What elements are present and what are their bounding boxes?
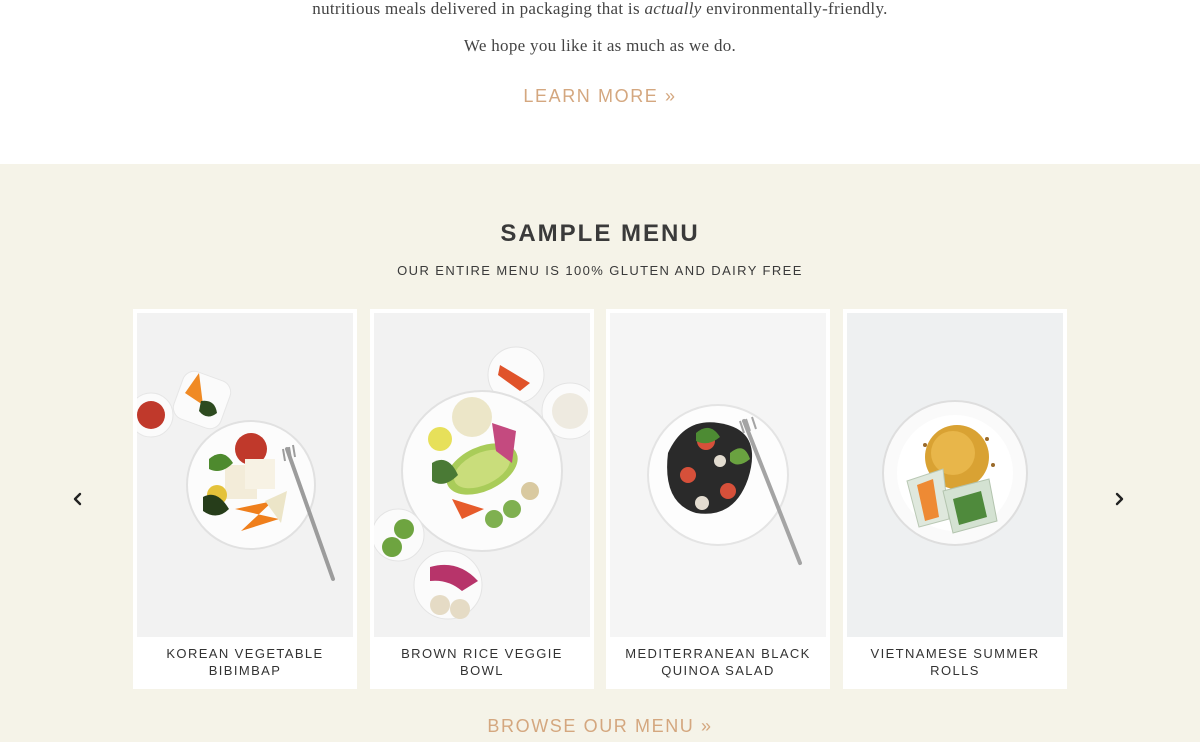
menu-title: SAMPLE MENU bbox=[500, 220, 700, 247]
menu-item-name-line: VIETNAMESE SUMMER bbox=[870, 646, 1040, 661]
intro-text-emphasis: actually bbox=[644, 0, 702, 18]
menu-item-name-line: BROWN RICE VEGGIE bbox=[401, 646, 563, 661]
menu-item-name: BROWN RICE VEGGIE BOWL bbox=[380, 645, 584, 679]
chevron-right-icon[interactable] bbox=[1110, 490, 1128, 508]
menu-item-name-line: BOWL bbox=[460, 663, 504, 678]
summer-rolls-photo bbox=[847, 313, 1063, 637]
chevron-left-icon[interactable] bbox=[69, 490, 87, 508]
browse-menu-link[interactable]: BROWSE OUR MENU » bbox=[0, 716, 1200, 737]
intro-text-line-2: We hope you like it as much as we do. bbox=[463, 36, 737, 55]
veggie-bowl-photo bbox=[374, 313, 590, 637]
bibimbap-photo bbox=[137, 313, 353, 637]
menu-item-name-line: BIBIMBAP bbox=[208, 663, 282, 678]
intro-text-part: nutritious meals delivered in packaging … bbox=[312, 0, 645, 18]
quinoa-salad-photo bbox=[610, 313, 826, 637]
learn-more-link[interactable]: LEARN MORE » bbox=[0, 86, 1200, 107]
menu-card[interactable]: MEDITERRANEAN BLACK QUINOA SALAD bbox=[606, 309, 830, 689]
intro-text-part: environmentally-friendly. bbox=[701, 0, 888, 18]
menu-subtitle: OUR ENTIRE MENU IS 100% GLUTEN AND DAIRY… bbox=[397, 263, 803, 278]
menu-card[interactable]: KOREAN VEGETABLE BIBIMBAP bbox=[133, 309, 357, 689]
menu-item-name-line: ROLLS bbox=[930, 663, 980, 678]
sample-menu-section: SAMPLE MENU OUR ENTIRE MENU IS 100% GLUT… bbox=[0, 164, 1200, 742]
menu-item-name: KOREAN VEGETABLE BIBIMBAP bbox=[143, 645, 347, 679]
menu-item-name-line: QUINOA SALAD bbox=[661, 663, 775, 678]
menu-item-name-line: KOREAN VEGETABLE bbox=[166, 646, 324, 661]
intro-text-line-1: nutritious meals delivered in packaging … bbox=[0, 0, 1200, 19]
menu-item-name: VIETNAMESE SUMMER ROLLS bbox=[853, 645, 1057, 679]
menu-card[interactable]: BROWN RICE VEGGIE BOWL bbox=[370, 309, 594, 689]
menu-card[interactable]: VIETNAMESE SUMMER ROLLS bbox=[843, 309, 1067, 689]
intro-section: nutritious meals delivered in packaging … bbox=[0, 0, 1200, 164]
menu-item-name-line: MEDITERRANEAN BLACK bbox=[625, 646, 811, 661]
menu-item-name: MEDITERRANEAN BLACK QUINOA SALAD bbox=[616, 645, 820, 679]
